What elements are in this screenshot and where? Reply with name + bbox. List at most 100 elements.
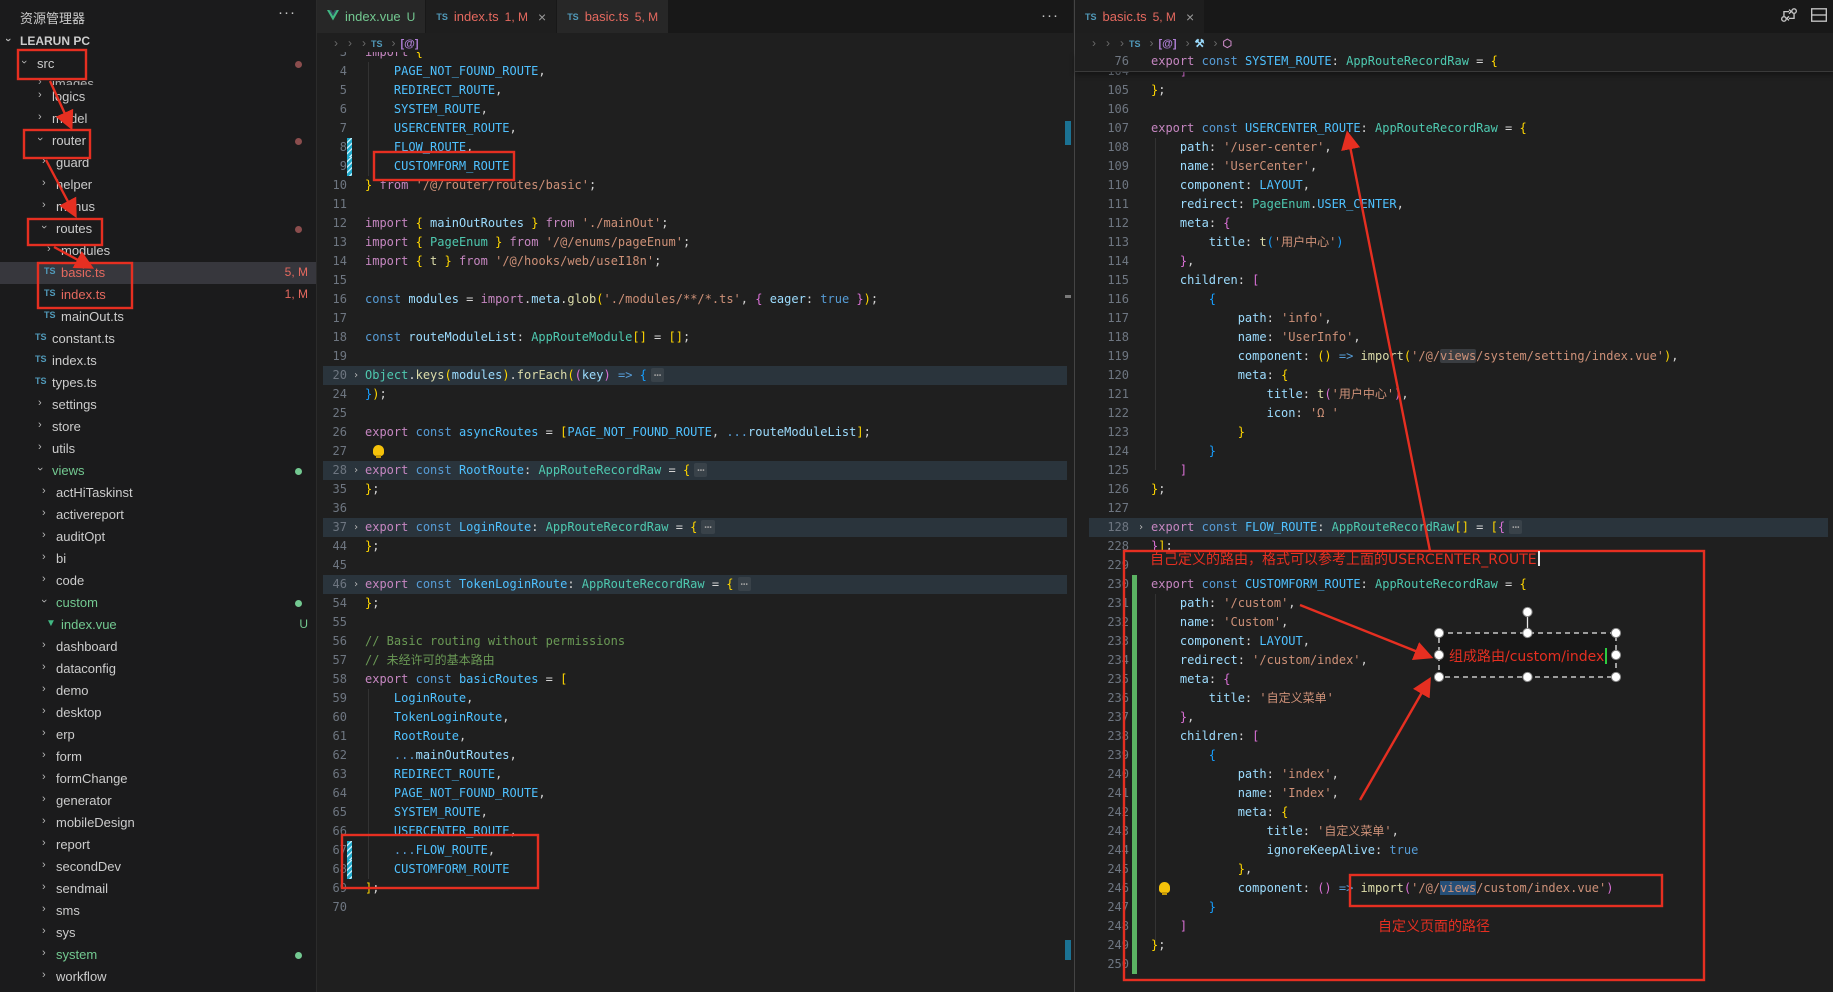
code-line-116[interactable]: 116 { [1075, 290, 1833, 309]
code-line-16[interactable]: 16const modules = import.meta.glob('./mo… [317, 290, 1073, 309]
code-line-238[interactable]: 238 children: [ [1075, 727, 1833, 746]
code-line-125[interactable]: 125 ] [1075, 461, 1833, 480]
code-line-235[interactable]: 235 meta: { [1075, 670, 1833, 689]
code-line-107[interactable]: 107export const USERCENTER_ROUTE: AppRou… [1075, 119, 1833, 138]
tree-item-index-ts[interactable]: TSindex.ts [0, 350, 316, 372]
tree-item-generator[interactable]: ›generator [0, 790, 316, 812]
fold-chevron-icon[interactable]: › [353, 366, 359, 385]
code-line-243[interactable]: 243 title: '自定义菜单', [1075, 822, 1833, 841]
code-line-236[interactable]: 236 title: '自定义菜单' [1075, 689, 1833, 708]
code-line-37[interactable]: 37›export const LoginRoute: AppRouteReco… [317, 518, 1073, 537]
tree-item-menus[interactable]: ›menus [0, 196, 316, 218]
tree-item-system[interactable]: ›system [0, 944, 316, 966]
code-line-62[interactable]: 62 ...mainOutRoutes, [317, 746, 1073, 765]
tree-item-desktop[interactable]: ›desktop [0, 702, 316, 724]
fold-ellipsis[interactable]: ⋯ [701, 520, 714, 534]
tree-item-workflow[interactable]: ›workflow [0, 966, 316, 988]
code-line-247[interactable]: 247 } [1075, 898, 1833, 917]
tree-item-code[interactable]: ›code [0, 570, 316, 592]
code-line-108[interactable]: 108 path: '/user-center', [1075, 138, 1833, 157]
code-line-112[interactable]: 112 meta: { [1075, 214, 1833, 233]
fold-chevron-icon[interactable]: › [1138, 518, 1144, 537]
code-editor-basic-ts[interactable]: 105};106107export const USERCENTER_ROUTE… [1075, 0, 1833, 992]
code-line-69[interactable]: 69]; [317, 879, 1073, 898]
code-line-17[interactable]: 17 [317, 309, 1073, 328]
code-line-61[interactable]: 61 RootRoute, [317, 727, 1073, 746]
code-line-124[interactable]: 124 } [1075, 442, 1833, 461]
fold-ellipsis[interactable]: ⋯ [738, 577, 751, 591]
fold-chevron-icon[interactable]: › [353, 518, 359, 537]
code-line-8[interactable]: 8 FLOW_ROUTE, [317, 138, 1073, 157]
lightbulb-icon[interactable] [1159, 882, 1170, 893]
tree-item-auditopt[interactable]: ›auditOpt [0, 526, 316, 548]
code-line-123[interactable]: 123 } [1075, 423, 1833, 442]
code-line-27[interactable]: 27 [317, 442, 1073, 461]
code-line-55[interactable]: 55 [317, 613, 1073, 632]
code-line-111[interactable]: 111 redirect: PageEnum.USER_CENTER, [1075, 195, 1833, 214]
code-line-7[interactable]: 7 USERCENTER_ROUTE, [317, 119, 1073, 138]
fold-ellipsis[interactable]: ⋯ [694, 463, 707, 477]
code-line-109[interactable]: 109 name: 'UserCenter', [1075, 157, 1833, 176]
more-actions-icon[interactable]: ··· [278, 4, 296, 21]
code-line-18[interactable]: 18const routeModuleList: AppRouteModule[… [317, 328, 1073, 347]
code-line-241[interactable]: 241 name: 'Index', [1075, 784, 1833, 803]
tree-item-index-ts[interactable]: TSindex.ts1, M [0, 284, 316, 306]
tree-item-utils[interactable]: ›utils [0, 438, 316, 460]
breadcrumb-item[interactable]: [@] [401, 36, 423, 50]
code-line-117[interactable]: 117 path: 'info', [1075, 309, 1833, 328]
code-line-64[interactable]: 64 PAGE_NOT_FOUND_ROUTE, [317, 784, 1073, 803]
code-line-4[interactable]: 4 PAGE_NOT_FOUND_ROUTE, [317, 62, 1073, 81]
tree-item-helper[interactable]: ›helper [0, 174, 316, 196]
fold-chevron-icon[interactable]: › [353, 575, 359, 594]
code-line-121[interactable]: 121 title: t('用户中心'), [1075, 385, 1833, 404]
code-line-14[interactable]: 14import { t } from '/@/hooks/web/useI18… [317, 252, 1073, 271]
code-line-126[interactable]: 126}; [1075, 480, 1833, 499]
tree-item-form[interactable]: ›form [0, 746, 316, 768]
tree-item-bi[interactable]: ›bi [0, 548, 316, 570]
tree-item-activereport[interactable]: ›activereport [0, 504, 316, 526]
code-line-66[interactable]: 66 USERCENTER_ROUTE, [317, 822, 1073, 841]
code-line-231[interactable]: 231 path: '/custom', [1075, 594, 1833, 613]
code-line-104[interactable]: 104 ] [1075, 71, 1833, 81]
code-line-60[interactable]: 60 TokenLoginRoute, [317, 708, 1073, 727]
code-line-25[interactable]: 25 [317, 404, 1073, 423]
code-line-67[interactable]: 67 ...FLOW_ROUTE, [317, 841, 1073, 860]
breadcrumb-item[interactable]: TS [371, 36, 387, 50]
tree-item-routes[interactable]: ›routes [0, 218, 316, 240]
tree-item-modules[interactable]: ›modules [0, 240, 316, 262]
code-line-12[interactable]: 12import { mainOutRoutes } from './mainO… [317, 214, 1073, 233]
tree-item-store[interactable]: ›store [0, 416, 316, 438]
code-line-28[interactable]: 28›export const RootRoute: AppRouteRecor… [317, 461, 1073, 480]
code-line-113[interactable]: 113 title: t('用户中心') [1075, 233, 1833, 252]
tree-item-sms[interactable]: ›sms [0, 900, 316, 922]
code-line-5[interactable]: 5 REDIRECT_ROUTE, [317, 81, 1073, 100]
tree-item-router[interactable]: ›router [0, 130, 316, 152]
lightbulb-icon[interactable] [373, 445, 384, 456]
tree-item-sys[interactable]: ›sys [0, 922, 316, 944]
tree-item-formchange[interactable]: ›formChange [0, 768, 316, 790]
code-line-250[interactable]: 250 [1075, 955, 1833, 974]
tree-item-custom[interactable]: ›custom [0, 592, 316, 614]
code-line-20[interactable]: 20›Object.keys(modules).forEach((key) =>… [317, 366, 1073, 385]
tree-item-mainout-ts[interactable]: TSmainOut.ts [0, 306, 316, 328]
code-line-249[interactable]: 249}; [1075, 936, 1833, 955]
code-line-120[interactable]: 120 meta: { [1075, 366, 1833, 385]
fold-chevron-icon[interactable]: › [353, 461, 359, 480]
code-line-24[interactable]: 24}); [317, 385, 1073, 404]
breadcrumb-item[interactable]: ⬡ [1222, 36, 1236, 50]
code-line-45[interactable]: 45 [317, 556, 1073, 575]
tree-item-report[interactable]: ›report [0, 834, 316, 856]
code-line-110[interactable]: 110 component: LAYOUT, [1075, 176, 1833, 195]
tree-item-sendmail[interactable]: ›sendmail [0, 878, 316, 900]
tree-item-types-ts[interactable]: TStypes.ts [0, 372, 316, 394]
code-line-15[interactable]: 15 [317, 271, 1073, 290]
code-line-11[interactable]: 11 [317, 195, 1073, 214]
breadcrumb-item[interactable]: ⚒ [1195, 36, 1209, 50]
tree-item-mobiledesign[interactable]: ›mobileDesign [0, 812, 316, 834]
code-line-114[interactable]: 114 }, [1075, 252, 1833, 271]
tree-item-acthitaskinst[interactable]: ›actHiTaskinst [0, 482, 316, 504]
code-line-46[interactable]: 46›export const TokenLoginRoute: AppRout… [317, 575, 1073, 594]
code-line-44[interactable]: 44}; [317, 537, 1073, 556]
tree-item-erp[interactable]: ›erp [0, 724, 316, 746]
breadcrumb-middle[interactable]: ›››TS›[@] [317, 33, 1073, 52]
